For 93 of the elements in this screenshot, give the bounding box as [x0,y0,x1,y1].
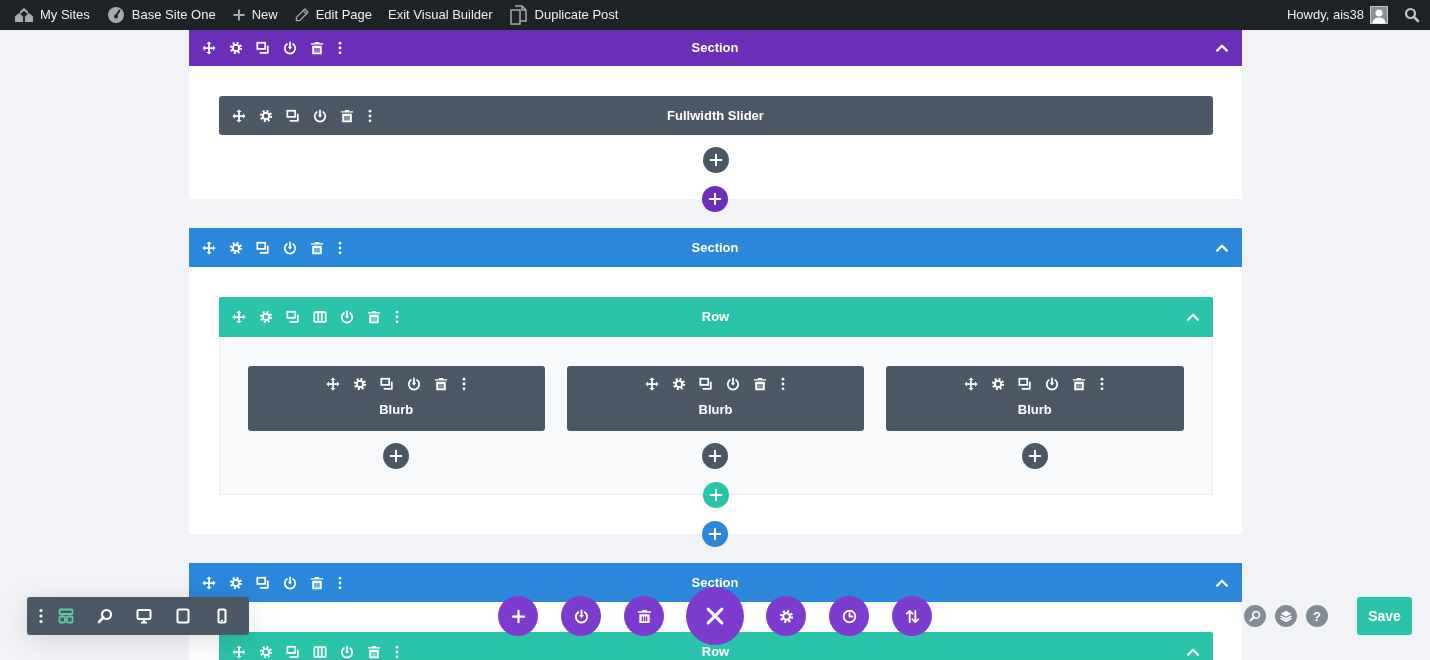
layers-icon [1280,610,1292,622]
power-icon[interactable] [1045,377,1060,392]
plus-icon [389,449,404,463]
more-icon[interactable] [366,108,373,123]
plus-icon [510,608,526,624]
search-icon [1249,610,1261,622]
move-icon[interactable] [645,377,659,392]
trash-icon[interactable] [1072,377,1087,392]
settings-icon[interactable] [672,377,686,392]
module-title: Blurb [379,401,414,420]
more-icon[interactable] [780,377,786,392]
wireframe-icon[interactable] [57,608,74,624]
duplicate-icon[interactable] [379,377,394,392]
plus-icon [708,488,723,502]
trash-icon [636,608,652,624]
new-link[interactable]: New [223,0,286,30]
pages-icon [508,5,529,25]
more-icon[interactable] [1099,377,1106,392]
settings-icon[interactable] [258,108,273,123]
desktop-icon[interactable] [135,608,152,624]
power-icon[interactable] [726,377,740,392]
avatar-icon [1370,6,1388,24]
add-module-button[interactable] [383,443,410,469]
more-icon[interactable] [38,608,44,624]
duplicate-icon[interactable] [285,108,300,123]
section-title: Section [691,573,739,592]
more-icon[interactable] [460,377,467,392]
power-icon[interactable] [282,575,297,590]
duplicate-post-link[interactable]: Duplicate Post [500,0,627,30]
trash-icon[interactable] [309,240,324,255]
up-down-arrows-icon [904,608,920,624]
power-icon [573,608,589,624]
trash-icon[interactable] [339,108,354,123]
houses-icon [14,5,34,25]
module-title: Blurb [1017,401,1052,420]
module-title: Blurb [698,401,733,420]
plus-icon [708,449,723,463]
move-icon[interactable] [964,377,979,392]
more-icon[interactable] [336,575,343,590]
settings-icon[interactable] [228,41,243,55]
move-icon[interactable] [325,377,340,392]
trash-icon[interactable] [753,377,767,392]
clock-icon [841,608,857,624]
power-icon[interactable] [282,41,297,55]
plus-icon [708,192,722,206]
more-icon[interactable] [336,41,343,55]
row-title: Row [701,643,730,660]
settings-icon[interactable] [228,575,243,590]
trash-icon[interactable] [309,575,324,590]
duplicate-icon[interactable] [255,240,270,255]
settings-icon[interactable] [991,377,1006,392]
close-icon [705,606,725,626]
add-module-button[interactable] [702,443,729,469]
plus-icon [231,8,246,22]
edit-page-link[interactable]: Edit Page [285,0,381,30]
pencil-icon [293,7,310,23]
duplicate-icon[interactable] [1018,377,1033,392]
tablet-icon[interactable] [174,608,191,624]
layers-button[interactable] [1275,605,1297,627]
add-section-button[interactable] [702,186,728,212]
power-icon[interactable] [312,108,327,123]
more-icon[interactable] [336,240,343,255]
section-title: Section [691,39,739,58]
gauge-icon [105,5,126,25]
add-module-button[interactable] [702,147,729,173]
settings-icon[interactable] [352,377,367,392]
plus-icon [1027,449,1042,463]
settings-icon[interactable] [228,240,243,255]
account-menu[interactable]: Howdy, ais38 [1278,0,1396,30]
module-title: Fullwidth Slider [667,106,764,125]
my-sites-link[interactable]: My Sites [6,0,98,30]
settings-icon [778,608,794,624]
section-title: Section [691,238,739,257]
power-icon[interactable] [282,240,297,255]
trash-icon[interactable] [309,41,324,55]
add-section-button[interactable] [702,521,728,547]
move-icon[interactable] [201,240,216,255]
trash-icon[interactable] [433,377,448,392]
duplicate-icon[interactable] [255,575,270,590]
site-name-link[interactable]: Base Site One [97,0,224,30]
exit-visual-builder-link[interactable]: Exit Visual Builder [380,0,501,30]
duplicate-icon[interactable] [699,377,713,392]
zoom-icon[interactable] [96,608,113,624]
add-module-button[interactable] [1021,443,1048,469]
plus-icon [708,527,722,541]
move-icon[interactable] [201,41,216,55]
row-title: Row [701,308,730,327]
duplicate-icon[interactable] [255,41,270,55]
move-icon[interactable] [201,575,216,590]
search-button[interactable] [1244,605,1266,627]
power-icon[interactable] [406,377,421,392]
move-icon[interactable] [231,108,246,123]
plus-icon [708,153,723,167]
